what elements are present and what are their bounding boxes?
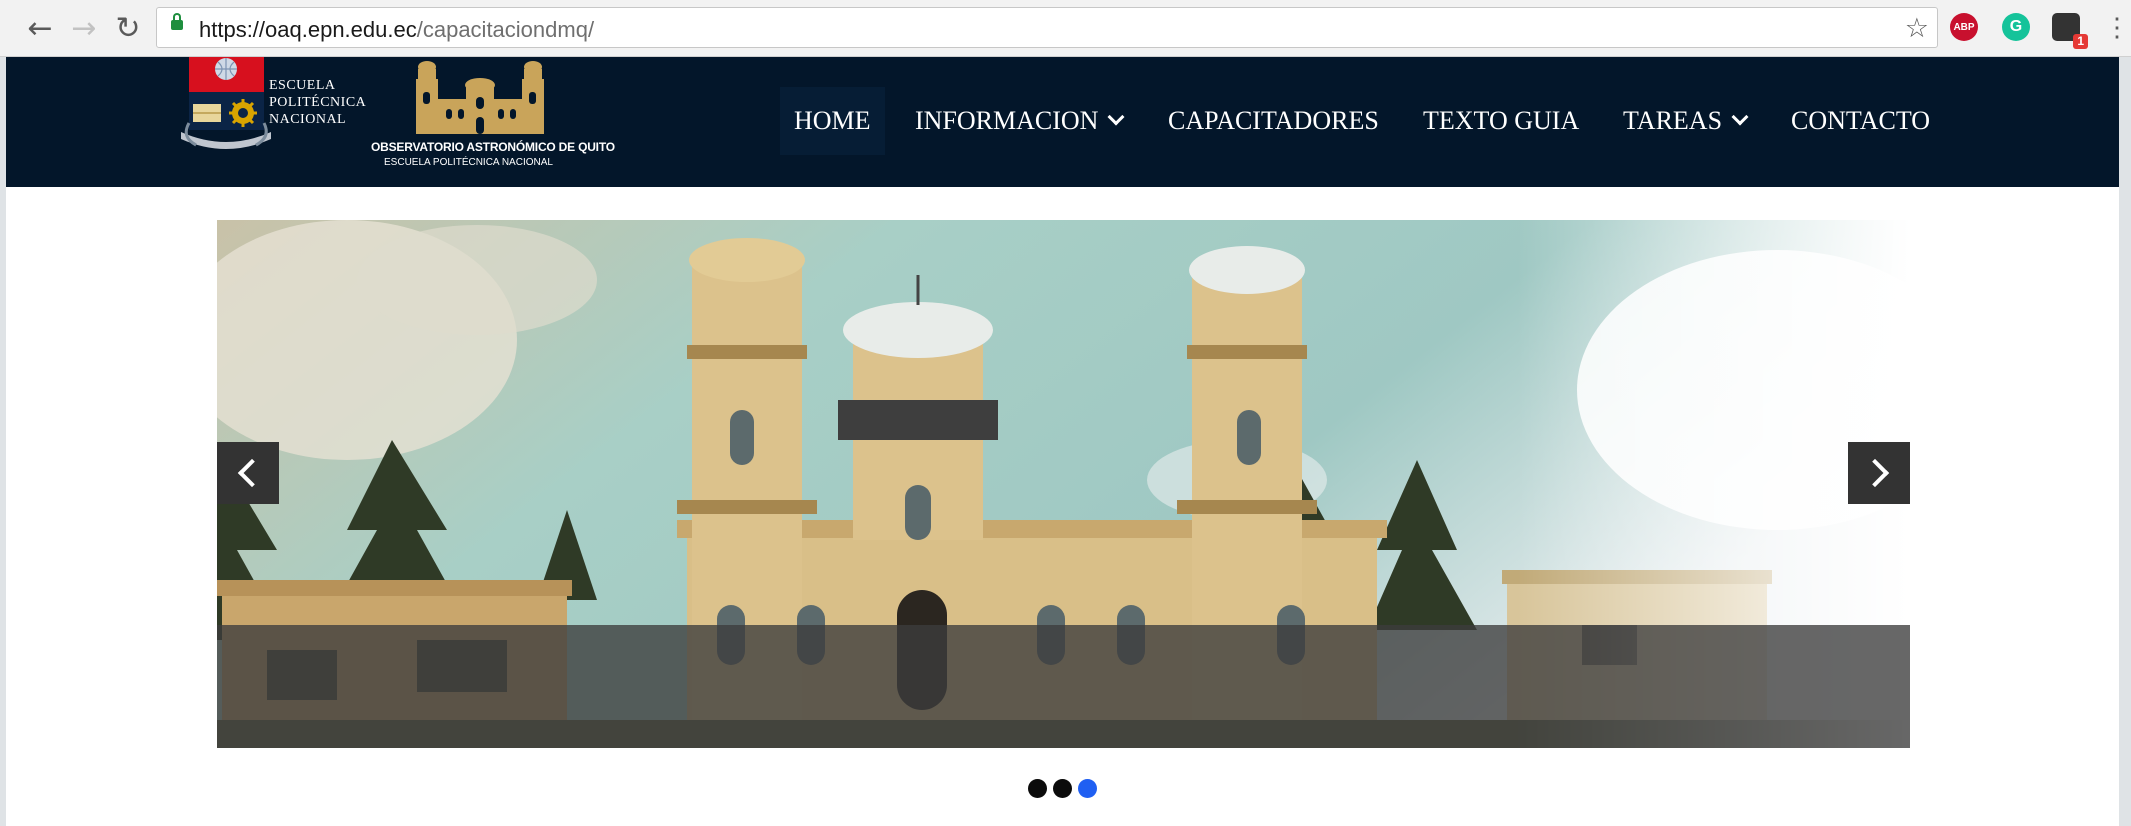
nav-capacitadores-label: CAPACITADORES xyxy=(1168,106,1379,135)
observatory-title: OBSERVATORIO ASTRONÓMICO DE QUITO xyxy=(371,140,615,154)
nav-contacto[interactable]: CONTACTO xyxy=(1791,87,1930,155)
nav-tareas[interactable]: TAREAS xyxy=(1623,87,1749,155)
chevron-down-icon xyxy=(1107,108,1125,126)
chevron-right-icon xyxy=(1860,458,1890,488)
forward-arrow-icon[interactable]: → xyxy=(66,10,102,46)
nav-capacitadores[interactable]: CAPACITADORES xyxy=(1168,87,1379,155)
carousel-indicators xyxy=(1028,779,1097,798)
grammarly-icon[interactable]: G xyxy=(2002,13,2030,41)
nav-informacion-label: INFORMACION xyxy=(915,106,1099,135)
adblock-plus-icon[interactable]: ABP xyxy=(1950,13,1978,41)
url-path: /capacitaciondmq/ xyxy=(416,17,595,42)
browser-toolbar: ← → ↻ https://oaq.epn.edu.ec/capacitacio… xyxy=(0,0,2131,57)
carousel-prev-button[interactable] xyxy=(217,442,279,504)
browser-menu-icon[interactable]: ⋮ xyxy=(2104,14,2130,40)
chevron-down-icon xyxy=(1731,108,1749,126)
nav-texto-guia-label: TEXTO GUIA xyxy=(1423,106,1580,135)
nav-informacion[interactable]: INFORMACION xyxy=(915,87,1125,155)
url-text: https://oaq.epn.edu.ec/capacitaciondmq/ xyxy=(199,17,594,43)
nav-home-label: HOME xyxy=(794,106,871,135)
observatory-subtitle: ESCUELA POLITÉCNICA NACIONAL xyxy=(384,157,553,168)
extension-badge-count: 1 xyxy=(2073,34,2088,49)
site-header: ESCUELA POLITÉCNICA NACIONAL OBSERVATORI… xyxy=(6,57,2119,187)
epn-logo-line: NACIONAL xyxy=(269,112,347,127)
address-bar[interactable]: https://oaq.epn.edu.ec/capacitaciondmq/ … xyxy=(156,7,1938,48)
grammarly-label: G xyxy=(2009,18,2023,35)
reload-icon[interactable]: ↻ xyxy=(110,10,146,46)
epn-logo-line: POLITÉCNICA xyxy=(269,95,367,110)
carousel-dot[interactable] xyxy=(1028,779,1047,798)
slide-caption-band xyxy=(217,625,1910,748)
carousel-dot[interactable] xyxy=(1053,779,1072,798)
carousel-next-button[interactable] xyxy=(1848,442,1910,504)
nav-contacto-label: CONTACTO xyxy=(1791,106,1931,135)
back-arrow-icon[interactable]: ← xyxy=(22,10,58,46)
extension-icon[interactable]: 1 xyxy=(2052,13,2088,49)
nav-texto-guia[interactable]: TEXTO GUIA xyxy=(1423,87,1579,155)
epn-logo-line: ESCUELA xyxy=(269,78,336,93)
epn-logo-text: ESCUELA POLITÉCNICA NACIONAL xyxy=(269,77,366,128)
chevron-left-icon xyxy=(237,458,267,488)
lock-icon xyxy=(171,13,183,30)
carousel-dot-active[interactable] xyxy=(1078,779,1097,798)
url-host: https://oaq.epn.edu.ec xyxy=(199,17,417,42)
nav-tareas-label: TAREAS xyxy=(1623,106,1723,135)
web-page: ESCUELA POLITÉCNICA NACIONAL OBSERVATORI… xyxy=(6,57,2119,826)
nav-home[interactable]: HOME xyxy=(780,87,885,155)
image-carousel xyxy=(217,220,1910,748)
bookmark-star-icon[interactable]: ☆ xyxy=(1905,13,1929,44)
abp-label: ABP xyxy=(1953,21,1975,33)
